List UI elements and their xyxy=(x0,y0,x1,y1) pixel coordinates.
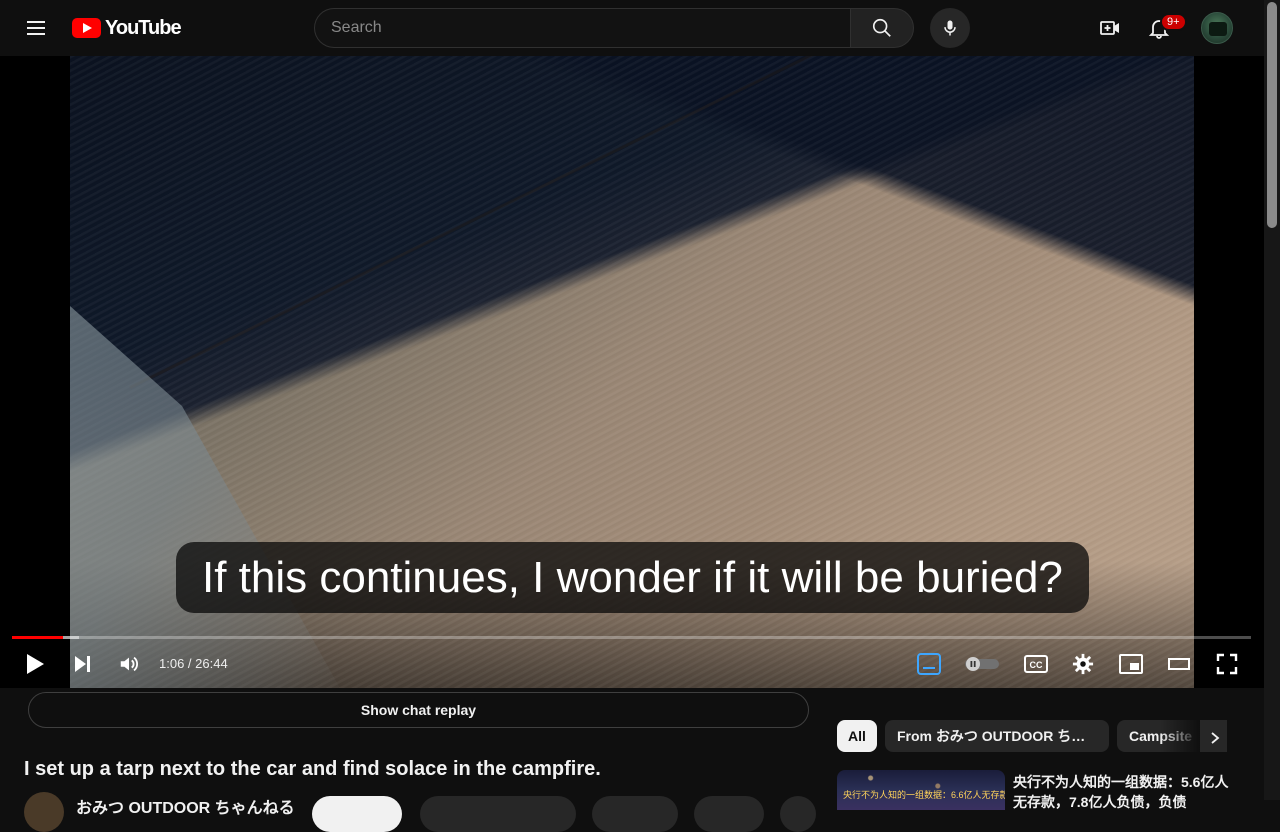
download-button[interactable] xyxy=(694,796,764,832)
youtube-play-icon xyxy=(72,18,101,38)
recommendation-thumbnail[interactable]: 央行不为人知的一组数据：6.6亿人无存款 xyxy=(837,770,1005,810)
player-controls: 1:06 / 26:44 CC xyxy=(0,642,1264,686)
show-chat-replay-button[interactable]: Show chat replay xyxy=(28,692,809,728)
channel-name[interactable]: おみつ OUTDOOR ちゃんねる xyxy=(76,794,295,818)
more-actions-button[interactable] xyxy=(780,796,816,832)
search-box xyxy=(314,8,914,48)
time-display: 1:06 / 26:44 xyxy=(159,656,228,671)
create-video-icon xyxy=(1100,21,1119,35)
masthead: YouTube 9+ xyxy=(0,0,1264,56)
progress-bar[interactable] xyxy=(12,636,1251,639)
chips-fade xyxy=(1160,720,1200,752)
closed-captions-button[interactable]: CC xyxy=(1021,642,1051,686)
channel-avatar[interactable] xyxy=(24,792,64,832)
like-dislike-button[interactable] xyxy=(420,796,576,832)
subtitles-toggle[interactable] xyxy=(914,642,944,686)
play-button[interactable] xyxy=(20,642,50,686)
share-button[interactable] xyxy=(592,796,678,832)
youtube-logo[interactable]: YouTube xyxy=(72,16,182,40)
play-icon xyxy=(27,654,44,674)
autoplay-toggle[interactable] xyxy=(962,642,1002,686)
subtitles-icon xyxy=(917,653,941,675)
voice-search-button[interactable] xyxy=(930,8,970,48)
logo-text: YouTube xyxy=(105,16,182,39)
search-input[interactable] xyxy=(314,8,850,48)
settings-button[interactable] xyxy=(1069,642,1097,686)
chip-from-channel-label: From おみつ OUTDOOR ちゃ… xyxy=(897,728,1097,744)
gear-icon xyxy=(1072,653,1094,675)
theater-icon xyxy=(1168,658,1190,670)
volume-icon xyxy=(120,656,138,672)
account-avatar[interactable] xyxy=(1201,12,1233,44)
recommendation-title[interactable]: 央行不为人知的一组数据：5.6亿人无存款，7.8亿人负债，负债 xyxy=(1013,772,1233,812)
chip-from-channel[interactable]: From おみつ OUTDOOR ちゃ… xyxy=(885,720,1109,752)
autoplay-pause-icon xyxy=(965,657,999,671)
search-icon xyxy=(872,18,891,37)
theater-mode-button[interactable] xyxy=(1165,642,1193,686)
progress-played xyxy=(12,636,63,639)
scrollbar-thumb[interactable] xyxy=(1267,2,1277,228)
chip-all[interactable]: All xyxy=(837,720,877,752)
chips-next-button[interactable] xyxy=(1201,724,1229,752)
notifications-button[interactable]: 9+ xyxy=(1139,8,1187,48)
cc-icon: CC xyxy=(1024,655,1048,673)
channel-row: おみつ OUTDOOR ちゃんねる xyxy=(24,792,816,832)
page-scrollbar[interactable] xyxy=(1264,0,1280,800)
skip-next-icon xyxy=(75,656,90,672)
chevron-right-icon xyxy=(1211,732,1220,744)
caption-text: If this continues, I wonder if it will b… xyxy=(176,542,1089,613)
next-button[interactable] xyxy=(68,642,96,686)
search-button[interactable] xyxy=(850,8,914,48)
video-player[interactable]: If this continues, I wonder if it will b… xyxy=(0,56,1264,688)
mute-button[interactable] xyxy=(114,642,144,686)
menu-icon[interactable] xyxy=(16,8,56,48)
fullscreen-icon xyxy=(1216,653,1238,675)
svg-text:CC: CC xyxy=(1030,660,1043,670)
video-title: I set up a tarp next to the car and find… xyxy=(24,758,601,780)
miniplayer-icon xyxy=(1119,654,1143,674)
microphone-icon xyxy=(944,20,956,36)
miniplayer-button[interactable] xyxy=(1116,642,1146,686)
notification-count-badge: 9+ xyxy=(1160,13,1187,31)
subscribe-button[interactable] xyxy=(312,796,402,832)
recommendation-thumbnail-text: 央行不为人知的一组数据：6.6亿人无存款 xyxy=(843,790,1005,800)
fullscreen-button[interactable] xyxy=(1213,642,1241,686)
create-button[interactable] xyxy=(1090,8,1130,48)
